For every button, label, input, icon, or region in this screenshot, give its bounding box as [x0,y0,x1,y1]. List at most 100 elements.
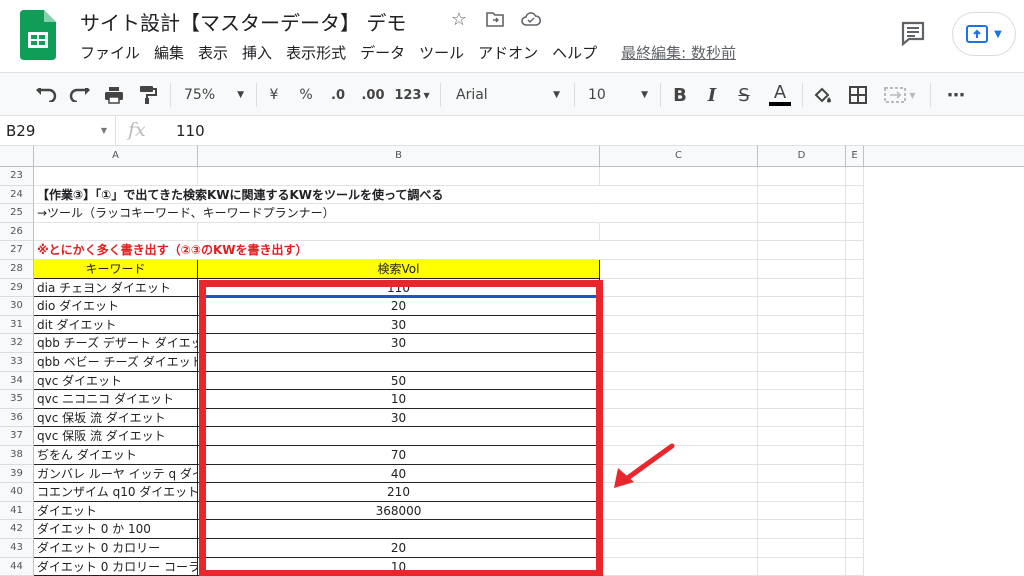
row-header[interactable]: 24 [0,185,34,205]
cell-e[interactable] [846,446,864,465]
cell-c[interactable] [600,204,758,223]
menu-format[interactable]: 表示形式 [286,42,346,63]
cell-e[interactable] [846,278,864,298]
row-header[interactable]: 31 [0,315,34,335]
menu-help[interactable]: ヘルプ [552,42,597,63]
text-color-button[interactable]: A [766,73,794,117]
cell-e[interactable] [846,334,864,353]
cell-c[interactable] [600,260,758,279]
cell-d[interactable] [758,185,846,205]
row-header[interactable]: 40 [0,483,34,502]
cell-c[interactable] [600,371,758,391]
move-folder-icon[interactable] [484,8,506,30]
currency-format-button[interactable]: ¥ [262,73,286,117]
column-header-d[interactable]: D [758,146,846,167]
cell-d[interactable] [758,353,846,372]
cell-d[interactable] [758,446,846,465]
cell-a[interactable]: コエンザイム q10 ダイエット [34,483,198,502]
row-header[interactable]: 27 [0,241,34,260]
cell-e[interactable] [846,520,864,539]
font-size-select[interactable]: 10 ▼ [582,73,654,117]
comment-history-icon[interactable] [898,18,928,48]
print-icon[interactable] [100,73,128,117]
row-header[interactable]: 35 [0,390,34,409]
cell-c[interactable] [600,539,758,558]
cell-d[interactable] [758,408,846,428]
cell-a[interactable]: ダイエット 0 カロリー [34,539,198,558]
cell-d[interactable] [758,334,846,353]
cell-c[interactable] [600,222,758,242]
row-header[interactable]: 41 [0,501,34,521]
merge-cells-icon[interactable]: ▼ [880,73,920,117]
menu-tools[interactable]: ツール [419,42,464,63]
cell-a[interactable]: qvc 保坂 流 ダイエット [34,408,198,428]
cell-a[interactable]: ガンバレ ルーヤ イッテ q ダイエット [34,464,198,484]
cell-d[interactable] [758,390,846,409]
cell-a[interactable]: 【作業③】「①」で出てきた検索KWに関連するKWをツールを使って調べる [34,186,594,205]
increase-decimal-button[interactable]: .00 [356,73,390,117]
row-header[interactable]: 42 [0,520,34,539]
cell-a[interactable]: dit ダイエット [34,315,198,335]
row-header[interactable]: 32 [0,334,34,353]
row-header[interactable]: 43 [0,539,34,558]
cell-b[interactable]: 検索Vol [198,260,600,279]
cell-a[interactable] [34,222,198,242]
cell-a[interactable]: →ツール（ラッコキーワード、キーワードプランナー） [34,204,594,223]
row-header[interactable]: 23 [0,167,34,186]
cell-a[interactable]: dio ダイエット [34,297,198,316]
cell-a[interactable]: qbb ベビー チーズ ダイエット [34,353,198,372]
column-header-a[interactable]: A [34,146,198,167]
cell-e[interactable] [846,204,864,223]
paint-format-icon[interactable] [134,73,162,117]
cell-a[interactable]: ダイエット 0 カロリー コーラ [34,557,198,576]
row-header[interactable]: 44 [0,557,34,576]
row-header[interactable]: 30 [0,297,34,316]
row-header[interactable]: 28 [0,260,34,279]
menu-file[interactable]: ファイル [80,42,140,63]
cell-a[interactable]: ダイエット [34,501,198,521]
row-header[interactable]: 38 [0,446,34,465]
cell-d[interactable] [758,464,846,484]
row-header[interactable]: 26 [0,222,34,242]
cell-e[interactable] [846,483,864,502]
cell-c[interactable] [600,241,758,260]
cell-d[interactable] [758,222,846,242]
cell-a[interactable]: qvc ダイエット [34,371,198,391]
fill-color-icon[interactable] [810,73,836,117]
cell-b[interactable] [198,167,600,186]
cell-e[interactable] [846,390,864,409]
cell-e[interactable] [846,353,864,372]
cell-c[interactable] [600,278,758,298]
cell-e[interactable] [846,408,864,428]
cell-e[interactable] [846,185,864,205]
menu-insert[interactable]: 挿入 [242,42,272,63]
column-header-b[interactable]: B [198,146,600,167]
cell-d[interactable] [758,297,846,316]
cell-a[interactable] [34,167,198,186]
share-button[interactable]: ▼ [952,12,1016,56]
column-header-e[interactable]: E [846,146,864,167]
cell-c[interactable] [600,167,758,186]
cell-d[interactable] [758,241,846,260]
redo-icon[interactable] [66,73,94,117]
italic-button[interactable]: I [700,73,724,117]
cell-d[interactable] [758,520,846,539]
row-header[interactable]: 29 [0,278,34,298]
menu-addons[interactable]: アドオン [478,42,538,63]
cell-c[interactable] [600,315,758,335]
cell-d[interactable] [758,278,846,298]
sheets-logo-icon[interactable] [20,10,56,60]
cell-e[interactable] [846,464,864,484]
formula-input[interactable]: 110 [176,122,205,140]
cell-e[interactable] [846,315,864,335]
row-header[interactable]: 34 [0,371,34,391]
cell-e[interactable] [846,501,864,521]
document-title[interactable]: サイト設計【マスターデータ】 デモ [80,7,406,36]
cell-d[interactable] [758,539,846,558]
cell-c[interactable] [600,334,758,353]
row-header[interactable]: 37 [0,427,34,446]
cell-c[interactable] [600,501,758,521]
cell-c[interactable] [600,297,758,316]
menu-view[interactable]: 表示 [198,42,228,63]
cell-e[interactable] [846,539,864,558]
